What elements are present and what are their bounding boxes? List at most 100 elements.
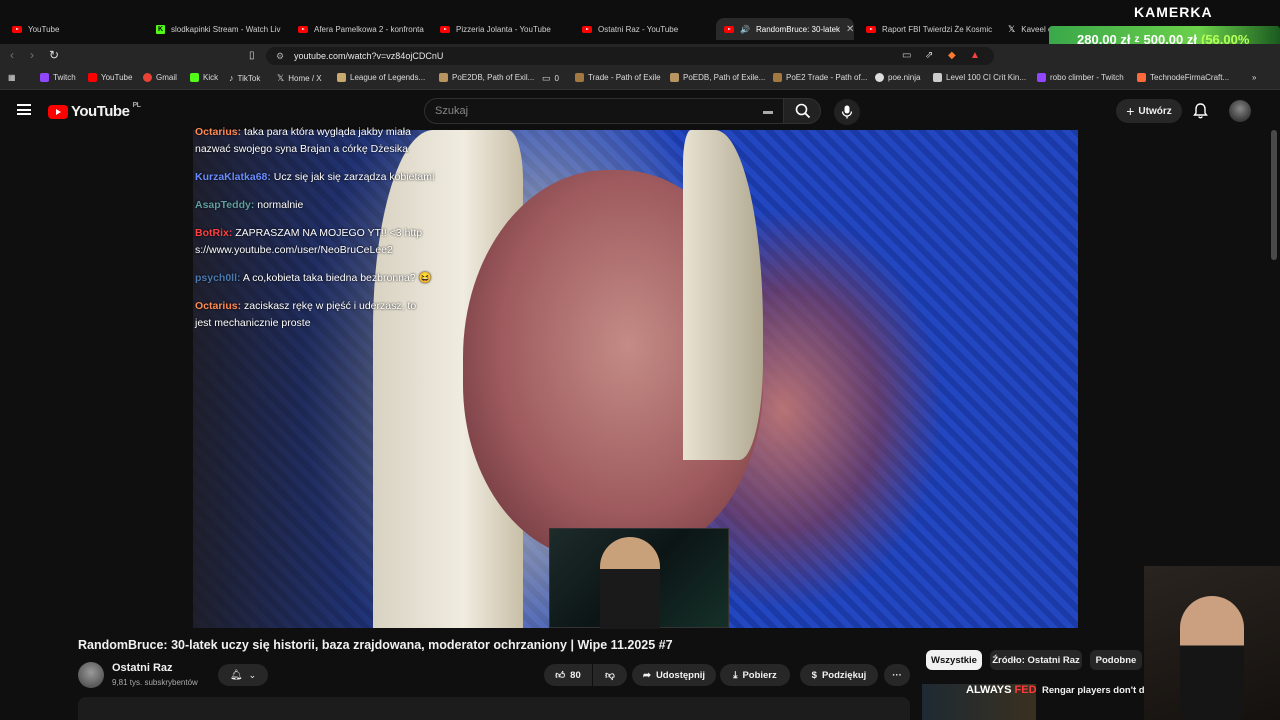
chat-message: KurzaKlatka68: Ucz się jak się zarządza … [195, 171, 435, 183]
search-input[interactable]: Szukaj ▬ [424, 98, 784, 124]
chat-message: AsapTeddy: normalnie [195, 199, 304, 211]
tab-slodkapinki[interactable]: Kslodkapinki Stream - Watch Liv [148, 18, 288, 40]
menu-icon[interactable] [17, 104, 31, 115]
bookmark-gmail[interactable]: Gmail [143, 73, 177, 82]
search-icon [795, 103, 811, 119]
tab-pizzeria-jolanta[interactable]: Pizzeria Jolanta - YouTube [432, 18, 572, 40]
tab-raport-fbi[interactable]: Raport FBI Twierdzi Że Kosmic [858, 18, 998, 40]
create-button[interactable]: + Utwórz [1116, 99, 1182, 123]
tab-randombruce-active[interactable]: 🔊 RandomBruce: 30-latek ✕ [716, 18, 854, 40]
chevron-down-icon: ⌄ [248, 669, 257, 680]
bookmark-trade-poe[interactable]: Trade - Path of Exile [575, 73, 661, 82]
tiktok-icon: ♪ [229, 73, 234, 83]
youtube-logo[interactable]: YouTube PL [48, 102, 141, 120]
youtube-icon [88, 73, 97, 82]
site-info-icon[interactable]: ⚙ [276, 51, 284, 62]
more-icon: ··· [892, 669, 902, 681]
youtube-icon [440, 25, 450, 33]
bookmark-poedb[interactable]: PoEDB, Path of Exile... [670, 73, 765, 82]
brave-shield-icon[interactable]: ◆ [948, 50, 956, 61]
kamerka-label: KAMERKA [1134, 4, 1213, 20]
dislike-button[interactable]: 👎︎ [593, 664, 627, 686]
bookmark-level-100[interactable]: Level 100 CI Crit Kin... [933, 73, 1026, 82]
reload-icon[interactable]: ↻ [49, 48, 59, 62]
twitch-icon [40, 73, 49, 82]
thumbnail-text: ALWAYS FED [966, 684, 1037, 696]
back-icon[interactable]: ‹ [10, 48, 14, 62]
kick-icon [190, 73, 199, 82]
bookmark-poe-ninja[interactable]: poe.ninja [875, 73, 920, 82]
youtube-icon [866, 25, 876, 33]
video-title: RandomBruce: 30-latek uczy się historii,… [78, 638, 673, 652]
description-box[interactable] [78, 697, 910, 720]
forward-icon[interactable]: › [30, 48, 34, 62]
cast-icon[interactable]: ▭ [902, 50, 911, 61]
bell-icon [1193, 103, 1208, 119]
subscriber-count: 9,81 tys. subskrybentów [112, 678, 198, 687]
poedb-icon [670, 73, 679, 82]
microphone-icon [841, 105, 853, 119]
recommended-title[interactable]: Rengar players don't do t [1042, 685, 1144, 696]
kick-icon: K [156, 24, 165, 34]
page-scrollbar[interactable] [1271, 130, 1277, 260]
channel-name[interactable]: Ostatni Raz [112, 662, 173, 674]
thumbs-down-icon: 👎︎ [605, 670, 615, 681]
bookmark-twitch[interactable]: Twitch [40, 73, 76, 82]
notifications-button[interactable] [1193, 103, 1208, 124]
like-button[interactable]: 👍︎ 80 [544, 664, 592, 686]
chip-all[interactable]: Wszystkie [926, 650, 982, 670]
poe2db-icon [439, 73, 448, 82]
more-bookmarks-icon[interactable]: » [1252, 73, 1256, 82]
technode-icon [1137, 73, 1146, 82]
speaker-icon[interactable]: 🔊 [740, 25, 750, 34]
more-actions-button[interactable]: ··· [884, 664, 910, 686]
bell-icon: 🔔︎ [229, 669, 243, 681]
account-avatar[interactable] [1229, 100, 1251, 122]
tab-kaveel[interactable]: 𝕏 Kaveel c [1000, 18, 1050, 40]
apps-icon[interactable]: ▦ [8, 73, 16, 82]
folder-icon: ▭ [542, 73, 551, 83]
x-logo-icon: 𝕏 [277, 73, 285, 83]
chat-message: psych0ll: A co,kobieta taka biedna bezbr… [195, 272, 432, 284]
share-button[interactable]: ➦ Udostępnij [632, 664, 716, 686]
bookmark-folder[interactable]: ▭ 0 [542, 73, 559, 84]
thumbs-up-icon: 👍︎ [555, 670, 566, 681]
channel-avatar[interactable] [78, 662, 104, 688]
bookmark-robo-climber[interactable]: robo climber - Twitch [1037, 73, 1124, 82]
youtube-icon [298, 25, 308, 33]
download-button[interactable]: ⤓ Pobierz [720, 664, 790, 686]
bookmark-tiktok[interactable]: ♪ TikTok [229, 73, 260, 83]
stream-chat-overlay: Octarius: taka para która wygląda jakby … [195, 126, 435, 343]
bookmark-poe2db[interactable]: PoE2DB, Path of Exil... [439, 73, 534, 82]
thanks-button[interactable]: $ Podziękuj [800, 664, 878, 686]
youtube-icon [12, 25, 22, 33]
streamer-webcam-overlay [1144, 566, 1280, 720]
brave-rewards-icon[interactable]: ▲ [970, 50, 980, 61]
twitch-icon [1037, 73, 1046, 82]
page-icon [933, 73, 942, 82]
close-icon[interactable]: ✕ [846, 24, 854, 35]
keyboard-icon[interactable]: ▬ [763, 106, 773, 117]
url-input[interactable]: ⚙ youtube.com/watch?v=vz84ojCDCnU [266, 47, 994, 65]
webcam-person [1180, 596, 1244, 720]
bookmark-home-x[interactable]: 𝕏 Home / X [277, 73, 322, 84]
plus-icon: + [1126, 103, 1135, 119]
bookmark-poe2-trade[interactable]: PoE2 Trade - Path of... [773, 73, 867, 82]
bookmark-icon[interactable]: ▯ [249, 50, 255, 61]
league-icon [337, 73, 346, 82]
bookmark-youtube[interactable]: YouTube [88, 73, 132, 82]
subscription-bell-button[interactable]: 🔔︎ ⌄ [218, 664, 268, 686]
share-page-icon[interactable]: ⇗ [925, 50, 933, 61]
voice-search-button[interactable] [834, 99, 860, 125]
chip-similar[interactable]: Podobne [1090, 650, 1142, 670]
share-icon: ➦ [642, 669, 651, 681]
youtube-logo-icon [48, 104, 68, 119]
tab-afera-pamelkowa[interactable]: Afera Pamelkowa 2 - konfronta [290, 18, 430, 40]
tab-youtube[interactable]: YouTube [4, 18, 144, 40]
tab-ostatni-raz[interactable]: Ostatni Raz - YouTube [574, 18, 714, 40]
bookmark-kick[interactable]: Kick [190, 73, 218, 82]
chip-source[interactable]: Źródło: Ostatni Raz [990, 650, 1082, 670]
search-button[interactable] [783, 98, 821, 124]
bookmark-technode[interactable]: TechnodeFirmaCraft... [1137, 73, 1229, 82]
bookmark-league[interactable]: League of Legends... [337, 73, 425, 82]
